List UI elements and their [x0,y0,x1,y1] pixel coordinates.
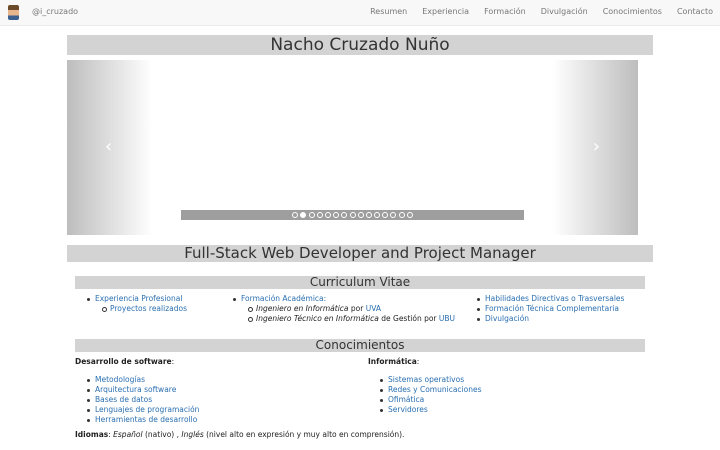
link-formacion-academica[interactable]: Formación Académica: [241,294,326,303]
link-uva[interactable]: UVA [366,304,381,313]
chevron-right-icon[interactable]: › [593,138,600,156]
cv-column-2: Formación Académica: Ingeniero en Inform… [232,294,455,324]
inf-list: Sistemas operativos Redes y Comunicacion… [380,375,482,415]
carousel-indicator-dot[interactable] [333,212,340,218]
link-formacion-tecnica[interactable]: Formación Técnica Complementaria [485,304,619,313]
cv-column-3: Habilidades Directivas o Trasversales Fo… [476,294,624,324]
cv-column-1: Experiencia Profesional Proyectos realiz… [87,294,187,314]
idioma-espanol-note: (nativo) , [142,430,182,439]
carousel-indicator-dot[interactable] [292,212,299,218]
carousel-indicator-dot[interactable] [398,212,405,218]
carousel-indicator-dot[interactable] [316,212,323,218]
link-herramientas[interactable]: Herramientas de desarrollo [95,415,197,424]
section-title-conocimientos: Conocimientos [75,339,645,352]
degree-1-por: por [348,304,366,313]
carousel-indicator-dot[interactable] [406,212,413,218]
carousel-next-control[interactable]: › [553,60,638,235]
link-habilidades-directivas[interactable]: Habilidades Directivas o Trasversales [485,294,624,303]
link-arquitectura[interactable]: Arquitectura software [95,385,176,394]
page-subtitle: Full-Stack Web Developer and Project Man… [67,245,653,262]
carousel-indicators [181,210,524,220]
link-sistemas-operativos[interactable]: Sistemas operativos [388,375,464,384]
image-carousel: ‹ › [67,60,638,235]
page-title: Nacho Cruzado Nuño [67,35,653,55]
link-ofimatica[interactable]: Ofimática [388,395,424,404]
idioma-ingles-note: (nivel alto en expresión y muy alto en c… [203,430,405,439]
chevron-left-icon[interactable]: ‹ [105,138,112,156]
link-divulgacion[interactable]: Divulgación [485,314,529,323]
degree-2-title: Ingeniero Técnico en Informática [256,314,379,323]
link-experiencia-profesional[interactable]: Experiencia Profesional [95,294,182,303]
idioma-espanol: Español [113,430,143,439]
nav-item-divulgacion[interactable]: Divulgación [541,7,588,16]
carousel-prev-control[interactable]: ‹ [67,60,152,235]
inf-label-line: Informática: [368,357,420,366]
nav-item-contacto[interactable]: Contacto [677,7,713,16]
carousel-indicator-dot[interactable] [308,212,315,218]
degree-2-rest: de Gestión por [378,314,439,323]
carousel-indicator-dot[interactable] [300,212,307,218]
nav-item-resumen[interactable]: Resumen [370,7,407,16]
section-title-cv: Curriculum Vitae [75,276,645,289]
link-bases-datos[interactable]: Bases de datos [95,395,152,404]
carousel-indicator-bar [181,210,524,220]
carousel-indicator-dot[interactable] [374,212,381,218]
nav-item-formacion[interactable]: Formación [484,7,526,16]
idioma-ingles: Inglés [181,430,204,439]
link-lenguajes[interactable]: Lenguajes de programación [95,405,199,414]
carousel-indicator-dot[interactable] [349,212,356,218]
nav-item-experiencia[interactable]: Experiencia [422,7,469,16]
carousel-indicator-dot[interactable] [365,212,372,218]
link-metodologias[interactable]: Metodologías [95,375,145,384]
carousel-indicator-dot[interactable] [357,212,364,218]
idiomas-label: Idiomas [75,430,109,439]
carousel-indicator-dot[interactable] [390,212,397,218]
carousel-indicator-dot[interactable] [324,212,331,218]
twitter-handle[interactable]: @i_cruzado [32,7,78,16]
nav-menu: Resumen Experiencia Formación Divulgació… [370,7,713,16]
nav-item-conocimientos[interactable]: Conocimientos [603,7,662,16]
link-redes[interactable]: Redes y Comunicaciones [388,385,482,394]
degree-1-title: Ingeniero en Informática [256,304,349,313]
carousel-indicator-dot[interactable] [382,212,389,218]
dev-list: Metodologías Arquitectura software Bases… [86,375,199,425]
link-proyectos-realizados[interactable]: Proyectos realizados [110,304,187,313]
dev-label-line: Desarrollo de software: [75,357,175,366]
avatar[interactable] [8,5,19,20]
link-servidores[interactable]: Servidores [388,405,428,414]
inf-label: Informática [368,357,417,366]
top-navbar: @i_cruzado Resumen Experiencia Formación… [0,0,720,26]
carousel-indicator-dot[interactable] [341,212,348,218]
idiomas-line: Idiomas: Español (nativo) , Inglés (nive… [75,430,405,439]
dev-label: Desarrollo de software [75,357,172,366]
link-ubu[interactable]: UBU [439,314,455,323]
